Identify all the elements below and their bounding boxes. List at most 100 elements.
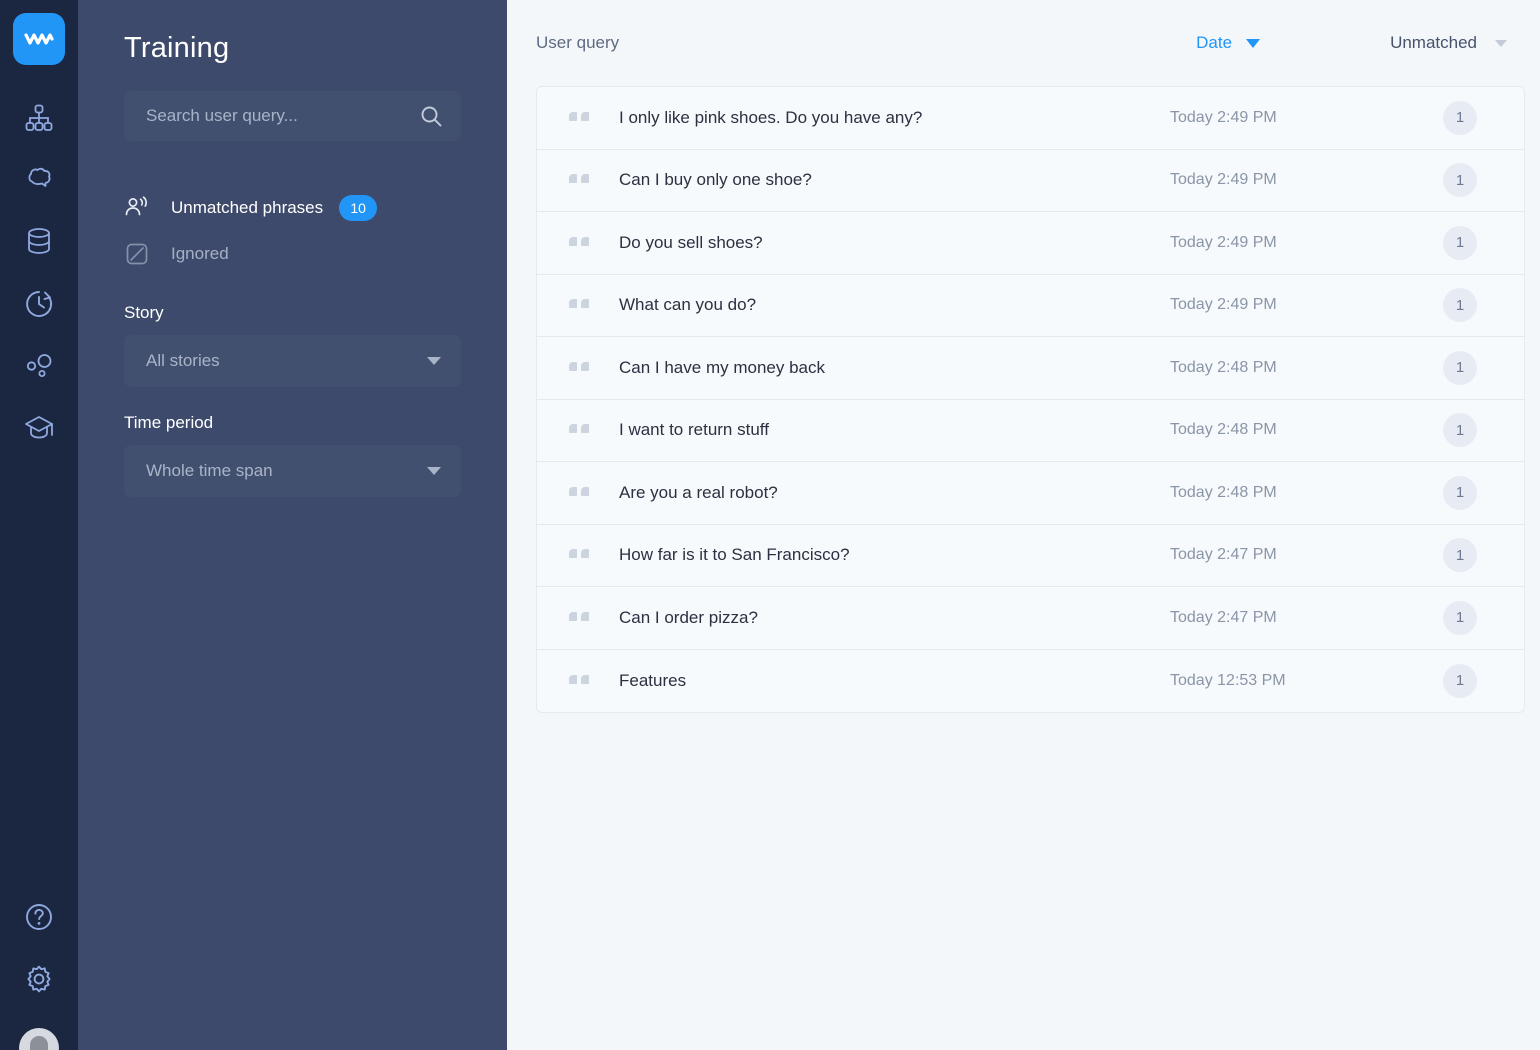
count-badge: 1 xyxy=(1443,475,1477,510)
filter-list: Unmatched phrases 10 Ignored xyxy=(124,185,461,277)
sidebar-item-brain[interactable] xyxy=(8,149,70,211)
slashed-square-icon xyxy=(124,241,158,267)
bubbles-icon xyxy=(26,354,52,377)
row-timestamp: Today 2:49 PM xyxy=(1170,171,1277,189)
sidebar-item-sitemap[interactable] xyxy=(8,87,70,149)
row-query-text: Features xyxy=(619,670,687,690)
chevron-down-icon xyxy=(427,467,441,475)
row-timestamp: Today 2:48 PM xyxy=(1170,421,1277,439)
row-count: 1 xyxy=(1420,475,1500,510)
row-count: 1 xyxy=(1420,225,1500,260)
table-row[interactable]: Can I buy only one shoe? Today 2:49 PM 1 xyxy=(537,150,1524,212)
quote-icon xyxy=(567,420,619,440)
rail-bottom-group xyxy=(0,886,78,1050)
quote-icon xyxy=(567,483,619,503)
table-row[interactable]: I want to return stuff Today 2:48 PM 1 xyxy=(537,400,1524,462)
settings-button[interactable] xyxy=(8,948,70,1010)
quote-icon xyxy=(567,608,619,628)
avatar[interactable] xyxy=(19,1028,59,1050)
row-count: 1 xyxy=(1420,413,1500,448)
chevron-down-icon xyxy=(1495,39,1507,47)
table-row[interactable]: Can I order pizza? Today 2:47 PM 1 xyxy=(537,587,1524,650)
time-period-select-value: Whole time span xyxy=(146,461,273,480)
quote-icon xyxy=(567,358,619,378)
database-icon xyxy=(28,228,50,254)
app-logo-button[interactable] xyxy=(13,13,65,65)
table-row[interactable]: Do you sell shoes? Today 2:49 PM 1 xyxy=(537,212,1524,275)
table-row[interactable]: Are you a real robot? Today 2:48 PM 1 xyxy=(537,462,1524,525)
quote-icon xyxy=(567,295,619,315)
time-period-select[interactable]: Whole time span xyxy=(124,445,461,497)
sort-label: Date xyxy=(1196,33,1233,52)
quote-icon xyxy=(567,170,619,190)
table-row[interactable]: What can you do? Today 2:49 PM 1 xyxy=(537,275,1524,337)
row-timestamp: Today 2:49 PM xyxy=(1170,233,1277,251)
table-row[interactable]: I only like pink shoes. Do you have any?… xyxy=(537,87,1524,150)
row-query-text: Can I buy only one shoe? xyxy=(619,170,812,190)
sidebar-item-training[interactable] xyxy=(8,397,70,459)
count-badge: 1 xyxy=(1443,600,1477,635)
story-select[interactable]: All stories xyxy=(124,335,461,387)
chevron-down-icon xyxy=(1246,38,1261,48)
quote-icon xyxy=(567,545,619,565)
filter-label: Unmatched phrases xyxy=(171,198,324,217)
icon-rail xyxy=(0,0,78,1050)
status-label: Unmatched xyxy=(1390,33,1477,52)
row-count: 1 xyxy=(1420,663,1500,698)
story-filter-group: Story All stories xyxy=(124,303,461,387)
count-badge: 1 xyxy=(1443,163,1477,198)
brain-icon xyxy=(28,167,51,187)
count-badge: 1 xyxy=(1443,538,1477,573)
filter-unmatched-phrases[interactable]: Unmatched phrases 10 xyxy=(124,185,461,231)
row-count: 1 xyxy=(1420,600,1500,635)
quote-icon xyxy=(567,671,619,691)
rail-icon-list xyxy=(8,87,70,459)
query-list: I only like pink shoes. Do you have any?… xyxy=(536,86,1525,713)
sort-by-date-control[interactable]: Date xyxy=(1196,33,1261,53)
count-badge: 1 xyxy=(1443,663,1477,698)
search-icon[interactable] xyxy=(419,104,443,128)
status-filter-control[interactable]: Unmatched xyxy=(1390,33,1507,53)
count-badge: 1 xyxy=(1443,350,1477,385)
row-timestamp: Today 2:48 PM xyxy=(1170,483,1277,501)
row-timestamp: Today 2:49 PM xyxy=(1170,296,1277,314)
table-row[interactable]: Features Today 12:53 PM 1 xyxy=(537,650,1524,713)
person-speaking-icon xyxy=(124,195,158,221)
row-count: 1 xyxy=(1420,538,1500,573)
filter-sidebar: Training Unmatched phrases 1 xyxy=(78,0,507,1050)
row-timestamp: Today 2:47 PM xyxy=(1170,546,1277,564)
row-query-text: I only like pink shoes. Do you have any? xyxy=(619,107,923,127)
app-root: Training Unmatched phrases 1 xyxy=(0,0,1540,1050)
count-badge: 1 xyxy=(1443,288,1477,323)
gear-icon xyxy=(27,965,51,993)
row-query-text: Can I order pizza? xyxy=(619,607,758,627)
clock-history-icon xyxy=(26,291,53,317)
sidebar-item-history[interactable] xyxy=(8,273,70,335)
row-timestamp: Today 2:47 PM xyxy=(1170,608,1277,626)
table-row[interactable]: Can I have my money back Today 2:48 PM 1 xyxy=(537,337,1524,400)
filter-ignored[interactable]: Ignored xyxy=(124,231,461,277)
search-input[interactable] xyxy=(146,106,419,126)
quote-icon xyxy=(567,233,619,253)
row-query-text: I want to return stuff xyxy=(619,420,769,440)
unmatched-count-badge: 10 xyxy=(339,195,378,221)
table-row[interactable]: How far is it to San Francisco? Today 2:… xyxy=(537,525,1524,587)
zigzag-logo-icon xyxy=(24,33,54,45)
row-timestamp: Today 2:49 PM xyxy=(1170,108,1277,126)
list-header: User query Date Unmatched xyxy=(536,0,1525,86)
filter-label: Ignored xyxy=(171,244,229,263)
main-content: User query Date Unmatched I only like pi… xyxy=(507,0,1540,1050)
sidebar-item-database[interactable] xyxy=(8,211,70,273)
search-box[interactable] xyxy=(124,91,461,141)
help-button[interactable] xyxy=(8,886,70,948)
page-title: Training xyxy=(124,32,230,64)
sidebar-item-analytics[interactable] xyxy=(8,335,70,397)
story-select-value: All stories xyxy=(146,351,220,370)
time-period-label: Time period xyxy=(124,413,214,432)
row-count: 1 xyxy=(1420,163,1500,198)
quote-icon xyxy=(567,108,619,128)
story-label: Story xyxy=(124,303,164,322)
row-count: 1 xyxy=(1420,100,1500,135)
chevron-down-icon xyxy=(427,357,441,365)
count-badge: 1 xyxy=(1443,100,1477,135)
